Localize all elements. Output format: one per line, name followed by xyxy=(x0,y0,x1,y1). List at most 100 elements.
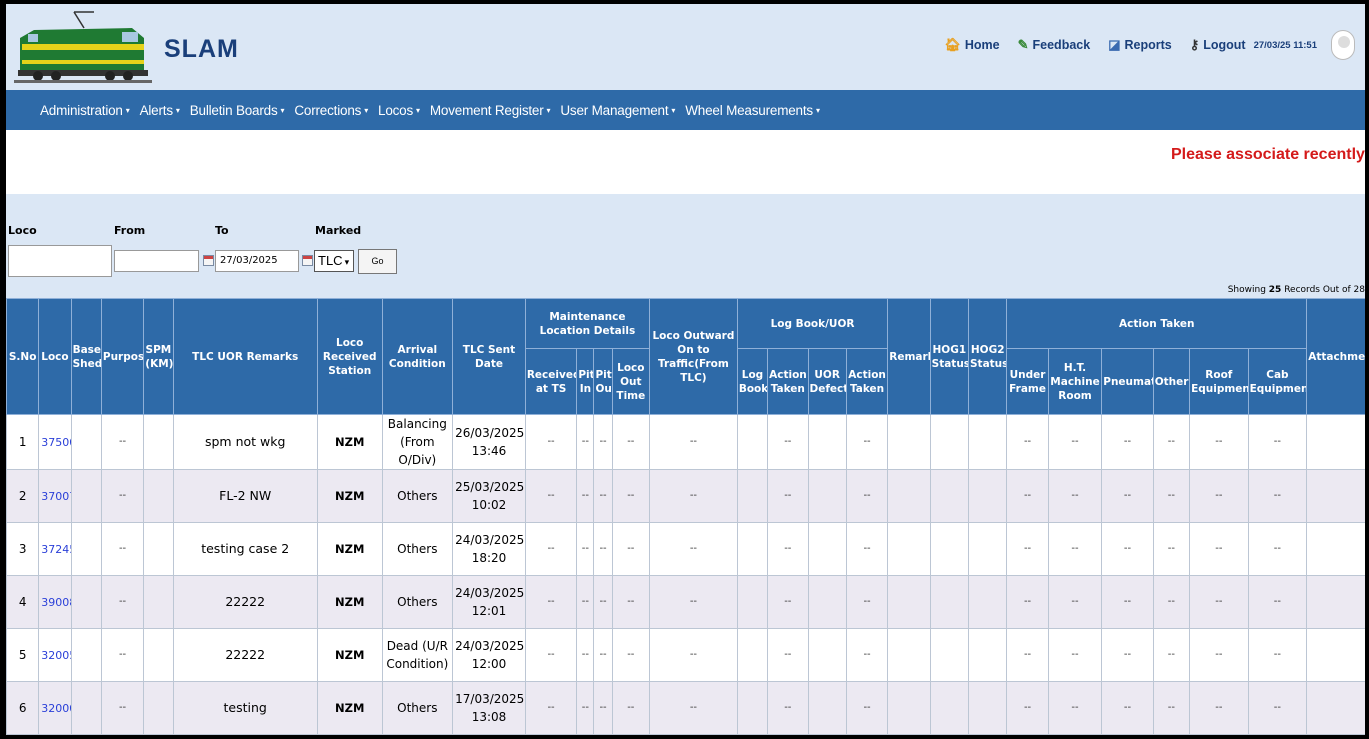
cell-tlc-uor-remarks: testing xyxy=(172,681,318,735)
header-action-taken-group: Action Taken xyxy=(1006,298,1308,349)
cell-empty-dash: -- xyxy=(1247,575,1308,629)
showing-prefix: Showing xyxy=(1227,285,1266,295)
cell-station: NZM xyxy=(316,681,383,735)
menu-corrections[interactable]: Corrections ▾ xyxy=(294,103,368,118)
cell-empty-dash: -- xyxy=(1006,522,1049,576)
table-row: 632000 -- testingNZMOthers17/03/2025 13:08… xyxy=(6,681,1365,735)
cell-empty-dash: -- xyxy=(1006,469,1049,523)
cell-tlc-sent-date: 17/03/2025 13:08 xyxy=(452,681,526,735)
menu-administration[interactable]: Administration ▾ xyxy=(40,103,130,118)
cell-empty-dash: -- xyxy=(1006,575,1049,629)
menu-bulletin-boards[interactable]: Bulletin Boards ▾ xyxy=(190,103,285,118)
table-cell xyxy=(143,628,174,682)
table-cell xyxy=(736,522,769,576)
table-cell xyxy=(1306,522,1365,576)
cell-empty-dash: -- xyxy=(524,522,578,576)
user-avatar-icon[interactable] xyxy=(1331,30,1355,60)
loco-link[interactable]: 39008 xyxy=(41,596,70,609)
menu-movement-register[interactable]: Movement Register ▾ xyxy=(430,103,551,118)
cell-empty-dash: -- xyxy=(1247,414,1308,470)
cell-station: NZM xyxy=(316,414,383,470)
caret-down-icon: ▾ xyxy=(416,106,420,116)
cell-loco: 32005 xyxy=(38,628,72,682)
calendar-icon[interactable] xyxy=(302,255,313,266)
cell-sno: 2 xyxy=(6,469,40,523)
top-header: SLAM 🏠︎ Home ✎ Feedback ◪ Reports ⚷ Logo… xyxy=(6,4,1365,90)
loco-link[interactable]: 37500 xyxy=(41,436,70,449)
table-cell xyxy=(929,414,970,470)
cell-empty-dash: -- xyxy=(649,628,738,682)
cell-empty-dash: -- xyxy=(100,414,145,470)
chevron-down-icon: ▾ xyxy=(344,257,350,267)
header-tlc-uor-remarks: TLC UOR Remarks xyxy=(172,298,318,415)
header-attachments: Attachments xyxy=(1306,298,1365,415)
cell-empty-dash: -- xyxy=(1047,628,1103,682)
header-arrival-condition: Arrival Condition xyxy=(381,298,454,415)
cell-tlc-sent-date: 24/03/2025 18:20 xyxy=(452,522,526,576)
loco-link[interactable]: 37007 xyxy=(41,490,70,503)
cell-empty-dash: -- xyxy=(593,681,613,735)
cell-empty-dash: -- xyxy=(845,681,889,735)
cell-empty-dash: -- xyxy=(1006,628,1049,682)
table-cell xyxy=(807,628,847,682)
cell-tlc-sent-date: 24/03/2025 12:01 xyxy=(452,575,526,629)
table-cell xyxy=(736,628,769,682)
menu-wheel-measurements[interactable]: Wheel Measurements ▾ xyxy=(685,103,820,118)
table-cell xyxy=(143,469,174,523)
table-cell xyxy=(143,681,174,735)
table-cell xyxy=(807,414,847,470)
cell-sno: 4 xyxy=(6,575,40,629)
feedback-link[interactable]: ✎ Feedback xyxy=(1018,37,1091,53)
cell-arrival-condition: Others xyxy=(381,469,454,523)
cell-arrival-condition: Balancing (From O/Div) xyxy=(381,414,454,470)
cell-empty-dash: -- xyxy=(649,575,738,629)
header-remarks: Remarks xyxy=(887,298,931,415)
menu-alerts[interactable]: Alerts ▾ xyxy=(140,103,180,118)
menu-label: Alerts xyxy=(139,102,174,118)
to-date-input[interactable]: 27/03/2025 xyxy=(215,250,299,272)
header-loco: Loco xyxy=(38,298,72,415)
cell-station: NZM xyxy=(316,469,383,523)
loco-link[interactable]: 32000 xyxy=(41,702,70,715)
filter-panel: Loco From To Marked 27/03/2025 TLC ▾ Go S… xyxy=(6,194,1365,298)
calendar-icon[interactable] xyxy=(203,255,214,266)
current-datetime: 27/03/25 11:51 xyxy=(1253,39,1317,51)
marked-select[interactable]: TLC ▾ xyxy=(314,250,354,272)
table-cell xyxy=(1306,414,1365,470)
header-purpose: Purpose xyxy=(100,298,145,415)
loco-link[interactable]: 37245 xyxy=(41,543,70,556)
menu-label: User Management xyxy=(560,102,669,118)
cell-empty-dash: -- xyxy=(1101,469,1154,523)
table-cell xyxy=(967,681,1008,735)
table-cell xyxy=(70,469,102,523)
cell-sno: 1 xyxy=(6,414,40,470)
cell-tlc-uor-remarks: 22222 xyxy=(172,575,318,629)
table-cell xyxy=(967,522,1008,576)
header-pneumatic: Pneumatic xyxy=(1101,348,1154,415)
loco-link[interactable]: 32005 xyxy=(41,649,70,662)
from-date-input[interactable] xyxy=(114,250,199,272)
go-button[interactable]: Go xyxy=(358,249,397,274)
home-link[interactable]: 🏠︎ Home xyxy=(944,37,999,53)
menu-locos[interactable]: Locos ▾ xyxy=(378,103,420,118)
reports-link[interactable]: ◪ Reports xyxy=(1108,37,1172,53)
logout-link[interactable]: ⚷ Logout xyxy=(1190,37,1246,53)
cell-empty-dash: -- xyxy=(1189,575,1249,629)
loco-input[interactable] xyxy=(8,245,112,277)
table-cell xyxy=(736,414,769,470)
header-hog1-status: HOG1 Status xyxy=(929,298,970,415)
table-cell xyxy=(1306,469,1365,523)
table-cell xyxy=(929,522,970,576)
header-pit-out: Pit Out xyxy=(593,348,613,415)
notice-message: Please associate recently adc xyxy=(1171,146,1365,163)
cell-empty-dash: -- xyxy=(1047,681,1103,735)
header-loco-received-station: Loco Received Station xyxy=(316,298,383,415)
cell-station: NZM xyxy=(316,575,383,629)
header-action-taken: Action Taken xyxy=(845,348,889,415)
header-pit-in: Pit In xyxy=(576,348,595,415)
cell-empty-dash: -- xyxy=(524,575,578,629)
caret-down-icon: ▾ xyxy=(125,106,130,116)
header-others: Others xyxy=(1152,348,1191,415)
menu-user-management[interactable]: User Management ▾ xyxy=(560,103,675,118)
cell-empty-dash: -- xyxy=(845,414,889,470)
